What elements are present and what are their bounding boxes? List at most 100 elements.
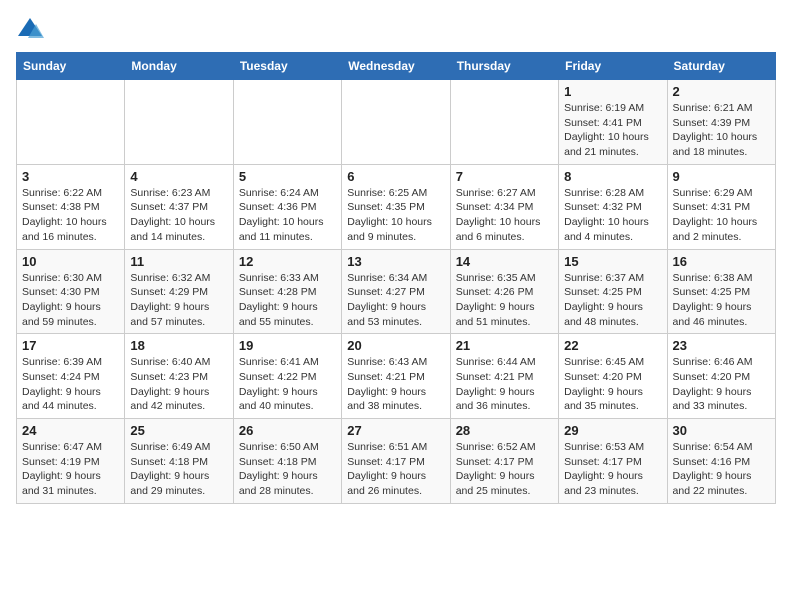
calendar-cell: 4 Sunrise: 6:23 AMSunset: 4:37 PMDaylight… <box>125 164 233 249</box>
calendar-cell: 24 Sunrise: 6:47 AMSunset: 4:19 PMDayligh… <box>17 419 125 504</box>
day-number: 7 <box>456 169 553 184</box>
day-info: Sunrise: 6:25 AMSunset: 4:35 PMDaylight:… <box>347 186 444 245</box>
day-info: Sunrise: 6:43 AMSunset: 4:21 PMDaylight:… <box>347 355 444 414</box>
calendar-week-3: 10 Sunrise: 6:30 AMSunset: 4:30 PMDayligh… <box>17 249 776 334</box>
day-number: 12 <box>239 254 336 269</box>
day-info: Sunrise: 6:23 AMSunset: 4:37 PMDaylight:… <box>130 186 227 245</box>
calendar-cell: 14 Sunrise: 6:35 AMSunset: 4:26 PMDayligh… <box>450 249 558 334</box>
calendar-cell: 5 Sunrise: 6:24 AMSunset: 4:36 PMDaylight… <box>233 164 341 249</box>
calendar-week-4: 17 Sunrise: 6:39 AMSunset: 4:24 PMDayligh… <box>17 334 776 419</box>
calendar-cell: 8 Sunrise: 6:28 AMSunset: 4:32 PMDaylight… <box>559 164 667 249</box>
calendar-cell: 26Sunrise: 6:50 AMSunset: 4:18 PMDayligh… <box>233 419 341 504</box>
day-info: Sunrise: 6:28 AMSunset: 4:32 PMDaylight:… <box>564 186 661 245</box>
day-info: Sunrise: 6:32 AMSunset: 4:29 PMDaylight:… <box>130 271 227 330</box>
calendar-body: 1 Sunrise: 6:19 AMSunset: 4:41 PMDaylight… <box>17 80 776 504</box>
day-info: Sunrise: 6:44 AMSunset: 4:21 PMDaylight:… <box>456 355 553 414</box>
day-info: Sunrise: 6:46 AMSunset: 4:20 PMDaylight:… <box>673 355 770 414</box>
header-monday: Monday <box>125 53 233 80</box>
calendar-cell: 22 Sunrise: 6:45 AMSunset: 4:20 PMDayligh… <box>559 334 667 419</box>
calendar-cell: 29 Sunrise: 6:53 AMSunset: 4:17 PMDayligh… <box>559 419 667 504</box>
day-info: Sunrise: 6:54 AMSunset: 4:16 PMDaylight:… <box>673 440 770 499</box>
day-number: 21 <box>456 338 553 353</box>
calendar-cell: 18 Sunrise: 6:40 AMSunset: 4:23 PMDayligh… <box>125 334 233 419</box>
calendar-cell: 3Sunrise: 6:22 AMSunset: 4:38 PMDaylight… <box>17 164 125 249</box>
calendar-cell: 15 Sunrise: 6:37 AMSunset: 4:25 PMDayligh… <box>559 249 667 334</box>
calendar-cell <box>450 80 558 165</box>
calendar-cell: 7 Sunrise: 6:27 AMSunset: 4:34 PMDaylight… <box>450 164 558 249</box>
calendar-cell <box>342 80 450 165</box>
calendar-cell: 6 Sunrise: 6:25 AMSunset: 4:35 PMDaylight… <box>342 164 450 249</box>
header-saturday: Saturday <box>667 53 775 80</box>
day-info: Sunrise: 6:53 AMSunset: 4:17 PMDaylight:… <box>564 440 661 499</box>
header-row: SundayMondayTuesdayWednesdayThursdayFrid… <box>17 53 776 80</box>
day-info: Sunrise: 6:35 AMSunset: 4:26 PMDaylight:… <box>456 271 553 330</box>
day-number: 4 <box>130 169 227 184</box>
day-number: 5 <box>239 169 336 184</box>
day-info: Sunrise: 6:47 AMSunset: 4:19 PMDaylight:… <box>22 440 119 499</box>
day-info: Sunrise: 6:37 AMSunset: 4:25 PMDaylight:… <box>564 271 661 330</box>
calendar-cell: 27 Sunrise: 6:51 AMSunset: 4:17 PMDayligh… <box>342 419 450 504</box>
day-info: Sunrise: 6:24 AMSunset: 4:36 PMDaylight:… <box>239 186 336 245</box>
day-info: Sunrise: 6:33 AMSunset: 4:28 PMDaylight:… <box>239 271 336 330</box>
day-info: Sunrise: 6:27 AMSunset: 4:34 PMDaylight:… <box>456 186 553 245</box>
day-number: 10 <box>22 254 119 269</box>
day-info: Sunrise: 6:29 AMSunset: 4:31 PMDaylight:… <box>673 186 770 245</box>
calendar-cell: 30 Sunrise: 6:54 AMSunset: 4:16 PMDayligh… <box>667 419 775 504</box>
day-number: 13 <box>347 254 444 269</box>
day-info: Sunrise: 6:39 AMSunset: 4:24 PMDaylight:… <box>22 355 119 414</box>
day-number: 11 <box>130 254 227 269</box>
logo-icon <box>16 16 44 40</box>
day-info: Sunrise: 6:21 AMSunset: 4:39 PMDaylight:… <box>673 101 770 160</box>
calendar-header: SundayMondayTuesdayWednesdayThursdayFrid… <box>17 53 776 80</box>
calendar-cell: 17 Sunrise: 6:39 AMSunset: 4:24 PMDayligh… <box>17 334 125 419</box>
day-number: 17 <box>22 338 119 353</box>
day-number: 2 <box>673 84 770 99</box>
day-number: 16 <box>673 254 770 269</box>
day-info: Sunrise: 6:45 AMSunset: 4:20 PMDaylight:… <box>564 355 661 414</box>
day-number: 6 <box>347 169 444 184</box>
day-info: Sunrise: 6:49 AMSunset: 4:18 PMDaylight:… <box>130 440 227 499</box>
calendar-week-5: 24 Sunrise: 6:47 AMSunset: 4:19 PMDayligh… <box>17 419 776 504</box>
calendar-cell: 25 Sunrise: 6:49 AMSunset: 4:18 PMDayligh… <box>125 419 233 504</box>
day-number: 15 <box>564 254 661 269</box>
calendar-cell: 12 Sunrise: 6:33 AMSunset: 4:28 PMDayligh… <box>233 249 341 334</box>
calendar-week-2: 3Sunrise: 6:22 AMSunset: 4:38 PMDaylight… <box>17 164 776 249</box>
day-info: Sunrise: 6:40 AMSunset: 4:23 PMDaylight:… <box>130 355 227 414</box>
day-info: Sunrise: 6:34 AMSunset: 4:27 PMDaylight:… <box>347 271 444 330</box>
day-info: Sunrise: 6:19 AMSunset: 4:41 PMDaylight:… <box>564 101 661 160</box>
calendar-cell: 21 Sunrise: 6:44 AMSunset: 4:21 PMDayligh… <box>450 334 558 419</box>
day-number: 23 <box>673 338 770 353</box>
day-number: 27 <box>347 423 444 438</box>
day-number: 24 <box>22 423 119 438</box>
day-info: Sunrise: 6:38 AMSunset: 4:25 PMDaylight:… <box>673 271 770 330</box>
day-info: Sunrise: 6:30 AMSunset: 4:30 PMDaylight:… <box>22 271 119 330</box>
calendar-cell <box>233 80 341 165</box>
calendar-cell: 16 Sunrise: 6:38 AMSunset: 4:25 PMDayligh… <box>667 249 775 334</box>
day-number: 20 <box>347 338 444 353</box>
day-info: Sunrise: 6:50 AMSunset: 4:18 PMDaylight:… <box>239 440 336 499</box>
page-header <box>16 16 776 40</box>
logo <box>16 16 48 40</box>
day-info: Sunrise: 6:51 AMSunset: 4:17 PMDaylight:… <box>347 440 444 499</box>
calendar-table: SundayMondayTuesdayWednesdayThursdayFrid… <box>16 52 776 504</box>
calendar-cell <box>17 80 125 165</box>
header-friday: Friday <box>559 53 667 80</box>
day-number: 29 <box>564 423 661 438</box>
day-number: 25 <box>130 423 227 438</box>
calendar-cell: 2 Sunrise: 6:21 AMSunset: 4:39 PMDaylight… <box>667 80 775 165</box>
calendar-cell: 1 Sunrise: 6:19 AMSunset: 4:41 PMDaylight… <box>559 80 667 165</box>
day-number: 14 <box>456 254 553 269</box>
day-number: 9 <box>673 169 770 184</box>
day-number: 19 <box>239 338 336 353</box>
day-number: 1 <box>564 84 661 99</box>
day-number: 8 <box>564 169 661 184</box>
header-sunday: Sunday <box>17 53 125 80</box>
day-number: 22 <box>564 338 661 353</box>
calendar-cell: 10 Sunrise: 6:30 AMSunset: 4:30 PMDayligh… <box>17 249 125 334</box>
day-info: Sunrise: 6:41 AMSunset: 4:22 PMDaylight:… <box>239 355 336 414</box>
calendar-cell: 19 Sunrise: 6:41 AMSunset: 4:22 PMDayligh… <box>233 334 341 419</box>
day-number: 18 <box>130 338 227 353</box>
day-number: 3 <box>22 169 119 184</box>
day-number: 30 <box>673 423 770 438</box>
calendar-cell <box>125 80 233 165</box>
